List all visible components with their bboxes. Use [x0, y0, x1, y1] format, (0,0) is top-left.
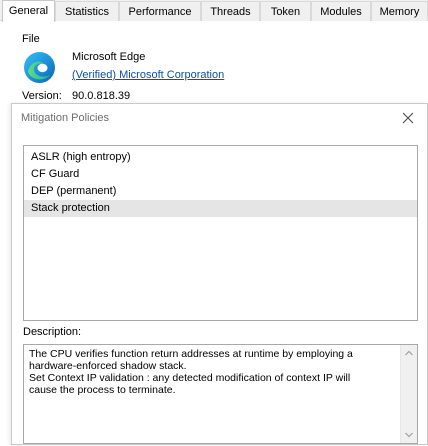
description-line: Set Context IP validation : any detected…: [29, 372, 351, 384]
chevron-up-icon[interactable]: [401, 345, 417, 361]
description-text: The CPU verifies function return address…: [29, 348, 397, 396]
description-line: cause the process to terminate.: [29, 384, 176, 396]
description-line: The CPU verifies function return address…: [29, 348, 353, 360]
list-item[interactable]: DEP (permanent): [24, 183, 417, 200]
tab-bar: General Statistics Performance Threads T…: [0, 0, 428, 22]
version-label: Version:: [22, 90, 62, 102]
tab-memory[interactable]: Memory: [371, 1, 428, 21]
tab-performance[interactable]: Performance: [119, 1, 201, 21]
mitigation-policies-dialog: Mitigation Policies ASLR (high entropy) …: [11, 103, 428, 445]
vertical-scrollbar[interactable]: [400, 345, 417, 443]
tab-statistics[interactable]: Statistics: [55, 1, 119, 21]
description-label: Description:: [23, 326, 82, 338]
file-group-label: File: [22, 33, 40, 45]
list-item[interactable]: ASLR (high entropy): [24, 149, 417, 166]
description-textbox[interactable]: The CPU verifies function return address…: [23, 344, 418, 444]
policy-list[interactable]: ASLR (high entropy) CF Guard DEP (perman…: [23, 145, 418, 321]
close-icon[interactable]: [397, 107, 419, 129]
verified-publisher-link[interactable]: (Verified) Microsoft Corporation: [72, 69, 224, 81]
list-item[interactable]: CF Guard: [24, 166, 417, 183]
tab-general[interactable]: General: [2, 0, 55, 22]
description-line: hardware-enforced shadow stack.: [29, 360, 187, 372]
microsoft-edge-icon: [23, 51, 56, 84]
tab-threads[interactable]: Threads: [201, 1, 260, 21]
dialog-title: Mitigation Policies: [21, 112, 110, 124]
app-name: Microsoft Edge: [72, 51, 146, 63]
tab-modules[interactable]: Modules: [311, 1, 371, 21]
list-item-selected[interactable]: Stack protection: [24, 200, 417, 217]
version-value: 90.0.818.39: [72, 90, 131, 102]
tab-token[interactable]: Token: [260, 1, 311, 21]
chevron-down-icon[interactable]: [401, 427, 417, 443]
